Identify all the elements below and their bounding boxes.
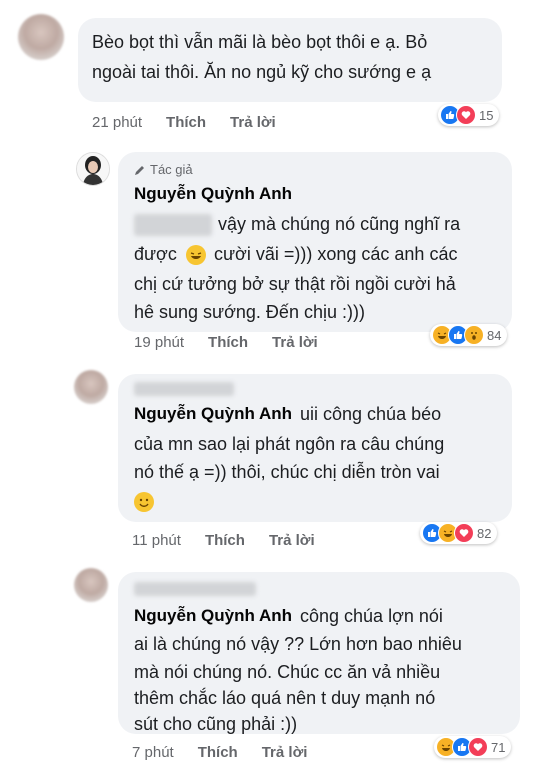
author-badge: Tác giả [134,162,193,177]
rofl-emoji [186,245,206,265]
comment-text: thêm chắc láo quá nên t duy mạnh nó [134,688,436,708]
love-icon [454,523,474,543]
comment-text: hê sung sướng. Đến chịu :))) [134,302,365,322]
commenter-avatar[interactable] [74,370,108,404]
comment-text: chị cứ tưởng bở sự thật rồi ngồi cười hả [134,274,456,294]
like-button[interactable]: Thích [205,532,245,549]
commenter-name[interactable]: Nguyễn Quỳnh Anh [134,606,292,626]
commenter-name[interactable]: Nguyễn Quỳnh Anh [134,184,292,204]
timestamp[interactable]: 19 phút [134,334,184,351]
comment-text: vậy mà chúng nó cũng nghĩ ra [218,214,461,234]
reaction-summary[interactable]: 82 [420,522,498,544]
comment-text: Bèo bọt thì vẫn mãi là bèo bọt thôi e ạ.… [92,32,428,52]
commenter-avatar[interactable] [74,568,108,602]
author-badge-label: Tác giả [150,162,193,177]
comment-text: ai là chúng nó vậy ?? Lớn hơn bao nhiêu [134,634,462,654]
comment-text: được [134,244,177,264]
reaction-count: 84 [487,327,502,343]
reaction-summary[interactable]: 71 [434,736,512,758]
reply-button[interactable]: Trả lời [262,744,308,761]
reaction-summary[interactable]: 84 [430,324,508,346]
timestamp[interactable]: 7 phút [132,744,174,761]
author-photo [77,153,109,185]
love-icon [468,737,488,757]
comment-meta: 7 phút Thích Trả lời [132,744,307,761]
comment-bubble: Nguyễn Quỳnh Anh công chúa lợn nói ai là… [118,572,520,734]
comment-bubble: Nguyễn Quỳnh Anh uii công chúa béo của m… [118,374,512,522]
redacted-mention [134,214,212,236]
comment-text: công chúa lợn nói [300,606,443,626]
reply-button[interactable]: Trả lời [272,334,318,351]
comment-text: sút cho cũng phải :)) [134,714,298,734]
comment-text: cười vãi =))) xong các anh các [214,244,458,264]
comment-meta: 19 phút Thích Trả lời [134,334,318,351]
comment-bubble: Bèo bọt thì vẫn mãi là bèo bọt thôi e ạ.… [78,18,502,102]
smile-emoji [134,492,154,512]
wow-icon [464,325,484,345]
pencil-icon [135,165,144,175]
commenter-avatar[interactable] [18,14,64,60]
redacted-mention [134,582,256,596]
comment-text: ngoài tai thôi. Ăn no ngủ kỹ cho sướng e… [92,62,432,82]
love-icon [456,105,476,125]
reaction-summary[interactable]: 15 [438,104,500,126]
like-button[interactable]: Thích [198,744,238,761]
reaction-count: 15 [479,107,494,123]
like-button[interactable]: Thích [208,334,248,351]
like-button[interactable]: Thích [166,114,206,131]
redacted-mention [134,382,234,396]
comment-text: của mn sao lại phát ngôn ra câu chúng [134,434,445,454]
reply-button[interactable]: Trả lời [230,114,276,131]
reply-button[interactable]: Trả lời [269,532,315,549]
commenter-name[interactable]: Nguyễn Quỳnh Anh [134,404,292,424]
comment-text: uii công chúa béo [300,404,442,424]
comment-text: mà nói chúng nó. Chúc cc ăn vả nhiều [134,662,441,682]
timestamp[interactable]: 21 phút [92,114,142,131]
comment-text: nó thế ạ =)) thôi, chúc chị diễn tròn va… [134,462,440,482]
reaction-count: 71 [491,739,506,755]
author-avatar[interactable] [76,152,110,186]
comment-bubble: Tác giả Nguyễn Quỳnh Anh vậy mà chúng nó… [118,152,512,332]
comment-meta: 11 phút Thích Trả lời [132,532,315,549]
timestamp[interactable]: 11 phút [132,532,181,549]
reaction-count: 82 [477,525,492,541]
comment-meta: 21 phút Thích Trả lời [92,114,276,131]
